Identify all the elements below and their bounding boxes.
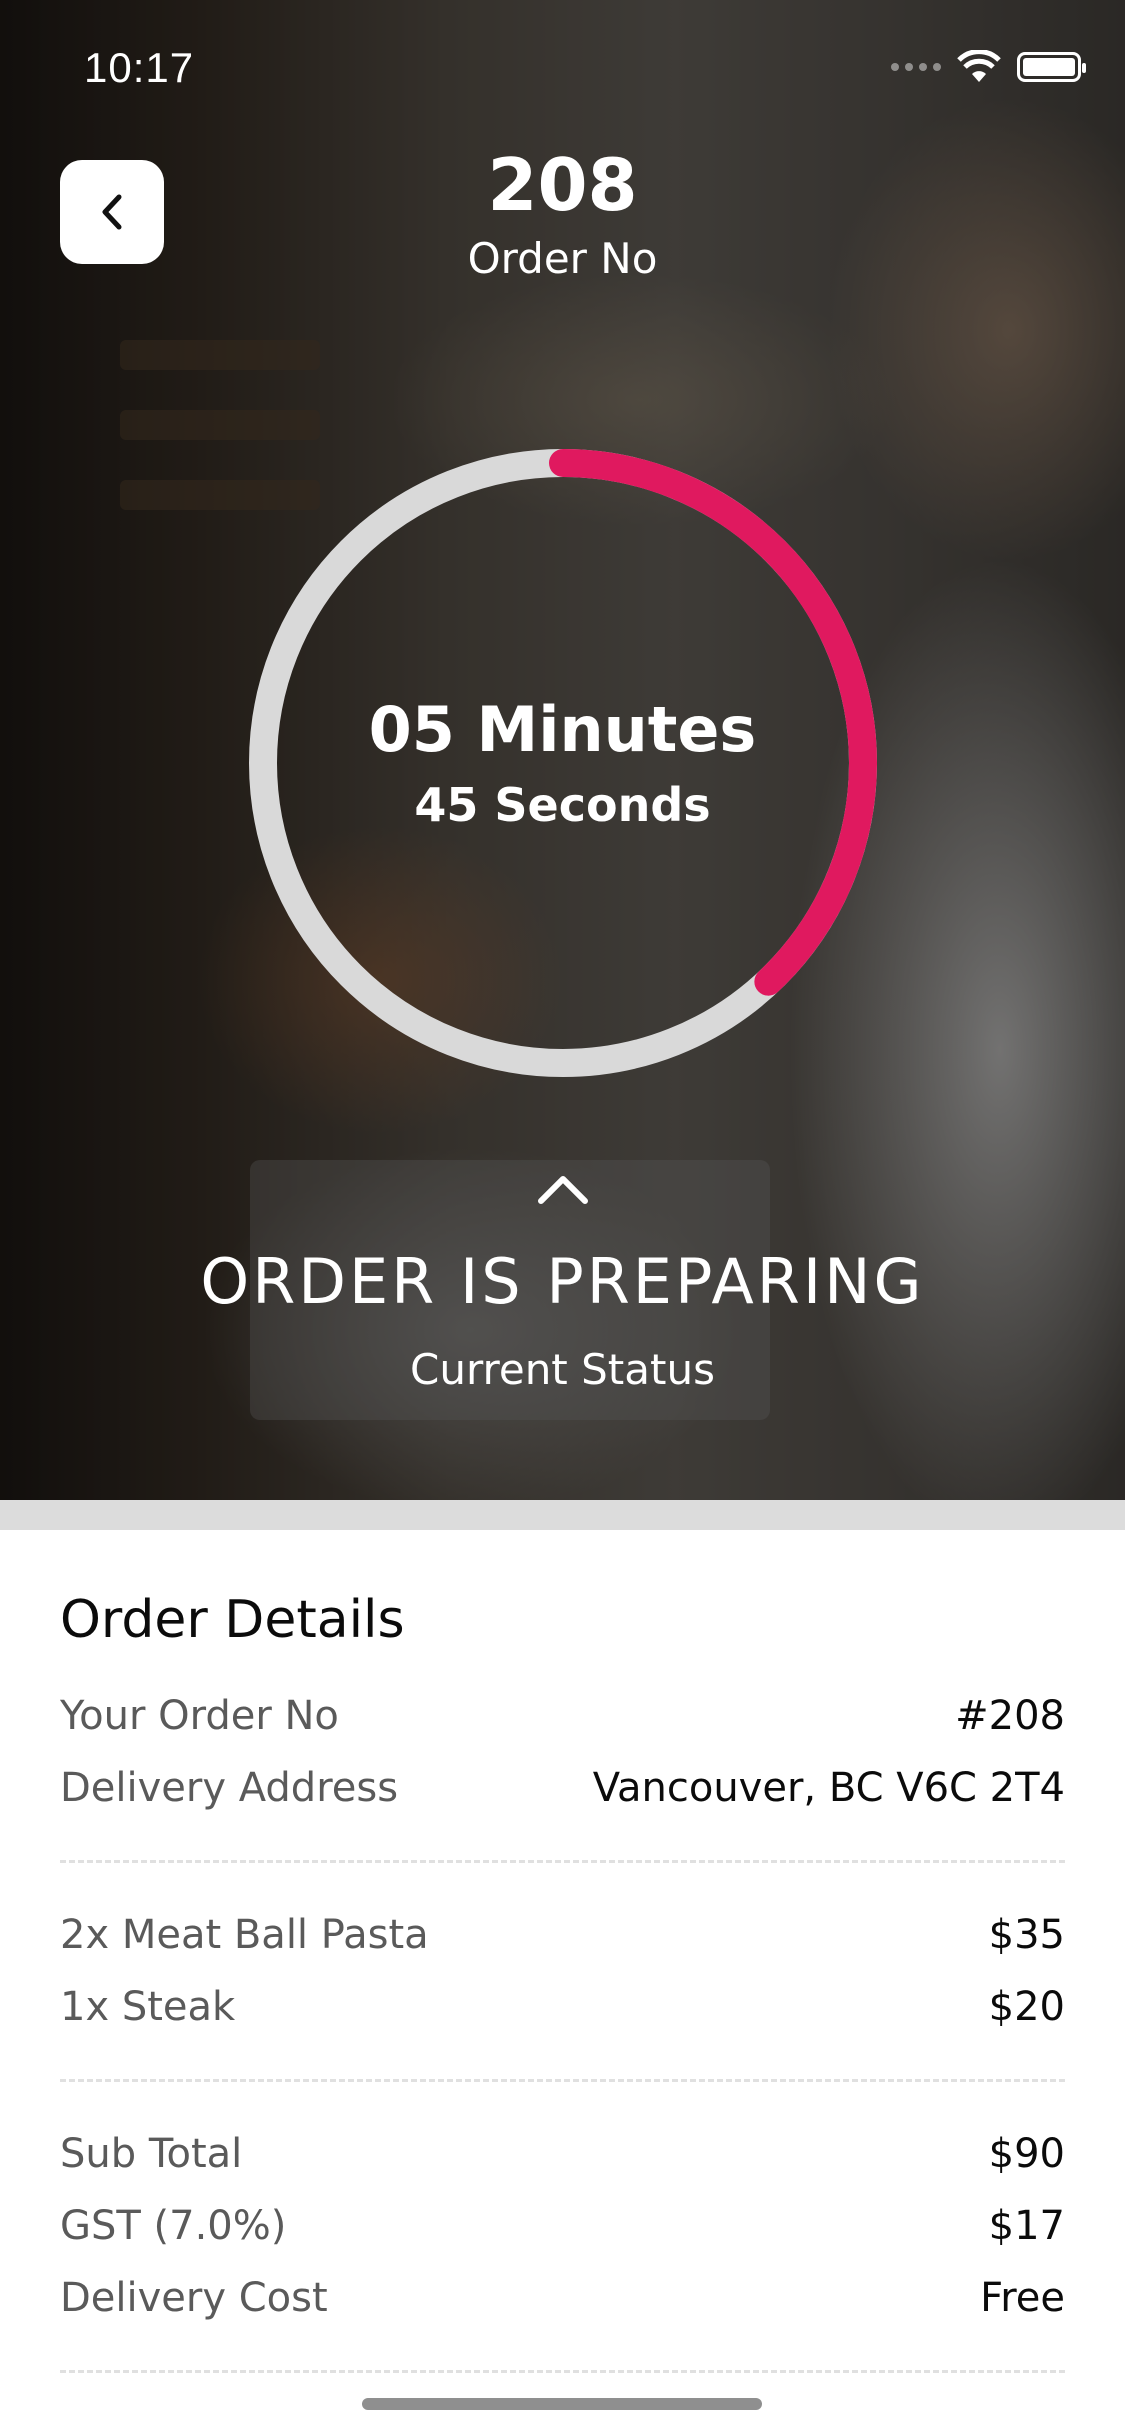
total-value: $90 <box>988 2131 1065 2177</box>
section-divider <box>0 1500 1125 1530</box>
home-indicator <box>362 2398 762 2410</box>
detail-value: #208 <box>955 1693 1065 1739</box>
detail-value: Vancouver, BC V6C 2T4 <box>592 1765 1065 1811</box>
dashed-divider <box>60 1860 1065 1863</box>
detail-row-delivery-address: Delivery Address Vancouver, BC V6C 2T4 <box>60 1752 1065 1824</box>
order-status-title: ORDER IS PREPARING <box>200 1245 925 1318</box>
signal-icon <box>891 63 941 71</box>
order-number: 208 <box>487 143 638 227</box>
countdown-timer: 05 Minutes 45 Seconds <box>0 690 1125 832</box>
chevron-up-icon[interactable] <box>536 1172 590 1206</box>
dashed-divider <box>60 2079 1065 2082</box>
timer-seconds: 45 Seconds <box>414 778 711 832</box>
total-label: Sub Total <box>60 2131 243 2177</box>
order-number-header: 208 Order No <box>0 140 1125 283</box>
item-price: $20 <box>988 1984 1065 2030</box>
detail-row-order-no: Your Order No #208 <box>60 1680 1065 1752</box>
total-row-delivery-cost: Delivery Cost Free <box>60 2262 1065 2334</box>
total-label: GST (7.0%) <box>60 2203 287 2249</box>
total-row-gst: GST (7.0%) $17 <box>60 2190 1065 2262</box>
timer-minutes: 05 Minutes <box>368 693 757 766</box>
item-label: 2x Meat Ball Pasta <box>60 1912 429 1958</box>
status-icons <box>891 50 1086 84</box>
order-status-subtitle: Current Status <box>410 1345 715 1394</box>
item-price: $35 <box>988 1912 1065 1958</box>
order-item-row: 1x Steak $20 <box>60 1971 1065 2043</box>
status-time: 10:17 <box>84 44 195 91</box>
detail-label: Your Order No <box>60 1693 339 1739</box>
order-details-panel: Order Details Your Order No #208 Deliver… <box>60 1590 1065 2409</box>
dashed-divider <box>60 2370 1065 2373</box>
wifi-icon <box>957 50 1001 82</box>
order-number-label: Order No <box>467 234 658 283</box>
total-value: $17 <box>988 2203 1065 2249</box>
order-item-row: 2x Meat Ball Pasta $35 <box>60 1899 1065 1971</box>
detail-label: Delivery Address <box>60 1765 399 1811</box>
total-value: Free <box>980 2275 1065 2321</box>
item-label: 1x Steak <box>60 1984 236 2030</box>
order-details-title: Order Details <box>60 1590 405 1650</box>
battery-icon <box>1017 52 1086 82</box>
total-label: Delivery Cost <box>60 2275 328 2321</box>
total-row-subtotal: Sub Total $90 <box>60 2118 1065 2190</box>
